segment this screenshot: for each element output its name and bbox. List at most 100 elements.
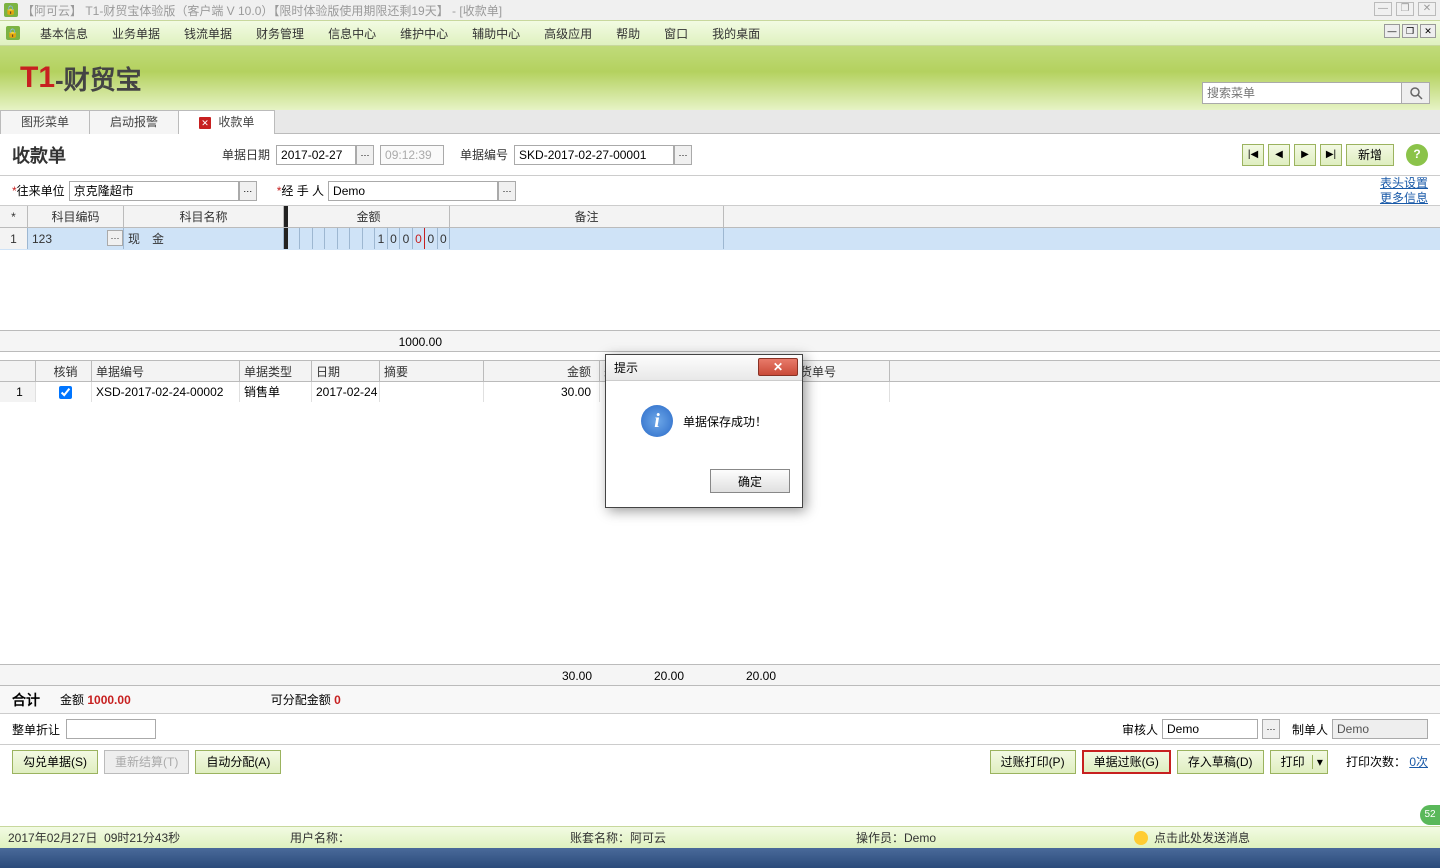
page-title: 收款单 bbox=[12, 142, 66, 168]
grid2-total-thissettle: 20.00 bbox=[692, 665, 784, 685]
new-button[interactable]: 新增 bbox=[1346, 144, 1394, 166]
child-restore[interactable]: ❐ bbox=[1402, 24, 1418, 38]
save-draft-button[interactable]: 存入草稿(D) bbox=[1177, 750, 1264, 774]
grid1-cell-amount[interactable]: 100000 bbox=[284, 228, 450, 249]
grid1-cell-note[interactable] bbox=[450, 228, 724, 249]
summary-row: 合计 金额 1000.00 可分配金额 0 bbox=[0, 686, 1440, 714]
grid2-total-row: 30.00 20.00 20.00 bbox=[0, 664, 1440, 686]
menu-window[interactable]: 窗口 bbox=[652, 25, 700, 42]
window-close[interactable]: ✕ bbox=[1418, 2, 1436, 16]
grid2-col-summary[interactable]: 摘要 bbox=[380, 361, 484, 381]
writeoff-checkbox[interactable] bbox=[59, 386, 72, 399]
post-print-button[interactable]: 过账打印(P) bbox=[990, 750, 1076, 774]
status-bar: 2017年02月27日 09时21分43秒 用户名称： 账套名称：阿可云 操作员… bbox=[0, 826, 1440, 848]
window-minimize[interactable]: — bbox=[1374, 2, 1392, 16]
banner: T1 -财贸宝 bbox=[0, 46, 1440, 110]
logo-t1: T1 bbox=[20, 61, 55, 95]
lock-icon: 🔒 bbox=[6, 26, 20, 40]
more-info-link[interactable]: 更多信息 bbox=[1380, 191, 1428, 206]
status-user-label: 用户名称： bbox=[290, 831, 350, 845]
reviewer-lookup-button[interactable]: ⋯ bbox=[1262, 719, 1280, 739]
summary-alloc-label: 可分配金额 bbox=[271, 691, 331, 708]
menu-advanced[interactable]: 高级应用 bbox=[532, 25, 604, 42]
party-row: *往来单位 ⋯ *经 手 人 ⋯ 表头设置 更多信息 bbox=[0, 176, 1440, 206]
grid2-cell-writeoff[interactable] bbox=[36, 382, 92, 402]
menu-finance[interactable]: 财务管理 bbox=[244, 25, 316, 42]
discount-input[interactable] bbox=[66, 719, 156, 739]
party-lookup-button[interactable]: ⋯ bbox=[239, 181, 257, 201]
grid2-col-date[interactable]: 日期 bbox=[312, 361, 380, 381]
chevron-down-icon: ▾ bbox=[1312, 755, 1323, 769]
nav-next-button[interactable]: ▶ bbox=[1294, 144, 1316, 166]
grid1-cell-name[interactable]: 现 金 bbox=[124, 228, 284, 249]
search-input[interactable] bbox=[1202, 82, 1402, 104]
menu-basic[interactable]: 基本信息 bbox=[28, 25, 100, 42]
reviewer-input[interactable] bbox=[1162, 719, 1258, 739]
time-input[interactable] bbox=[380, 145, 444, 165]
grid1-col-amount[interactable]: 金额 bbox=[284, 206, 450, 227]
window-restore[interactable]: ❐ bbox=[1396, 2, 1414, 16]
menu-assist[interactable]: 辅助中心 bbox=[460, 25, 532, 42]
grid2-total-unsettled: 20.00 bbox=[600, 665, 692, 685]
info-icon: i bbox=[641, 405, 673, 437]
print-button[interactable]: 打印 ▾ bbox=[1270, 750, 1328, 774]
print-count-link[interactable]: 0次 bbox=[1409, 755, 1428, 769]
os-taskbar bbox=[0, 848, 1440, 868]
nav-last-button[interactable]: ▶| bbox=[1320, 144, 1342, 166]
party-input[interactable] bbox=[69, 181, 239, 201]
tab-receipt[interactable]: ✕ 收款单 bbox=[178, 110, 275, 134]
grid1-row[interactable]: 1 123 ⋯ 现 金 100000 bbox=[0, 228, 1440, 250]
dialog-close-button[interactable]: ✕ bbox=[758, 358, 798, 376]
date-picker-button[interactable]: ⋯ bbox=[356, 145, 374, 165]
reviewer-label: 审核人 bbox=[1122, 721, 1158, 738]
pick-docs-button[interactable]: 勾兑单据(S) bbox=[12, 750, 98, 774]
auto-alloc-button[interactable]: 自动分配(A) bbox=[195, 750, 281, 774]
child-minimize[interactable]: — bbox=[1384, 24, 1400, 38]
grid2-col-amount[interactable]: 金额 bbox=[484, 361, 600, 381]
grid1-col-note[interactable]: 备注 bbox=[450, 206, 724, 227]
menu-info[interactable]: 信息中心 bbox=[316, 25, 388, 42]
logo-sub: -财贸宝 bbox=[55, 60, 142, 97]
help-icon[interactable]: ? bbox=[1406, 144, 1428, 166]
dialog-ok-button[interactable]: 确定 bbox=[710, 469, 790, 493]
header-settings-link[interactable]: 表头设置 bbox=[1380, 176, 1428, 191]
child-close[interactable]: ✕ bbox=[1420, 24, 1436, 38]
nav-prev-button[interactable]: ◀ bbox=[1268, 144, 1290, 166]
tab-close-icon[interactable]: ✕ bbox=[199, 117, 211, 129]
status-acct: 阿可云 bbox=[630, 831, 666, 845]
grid2-cell-summary bbox=[380, 382, 484, 402]
handler-label: 经 手 人 bbox=[281, 182, 324, 199]
status-msg[interactable]: 点击此处发送消息 bbox=[1154, 829, 1250, 846]
search-button[interactable] bbox=[1402, 82, 1430, 104]
menu-cash[interactable]: 钱流单据 bbox=[172, 25, 244, 42]
docno-input[interactable] bbox=[514, 145, 674, 165]
menu-maintain[interactable]: 维护中心 bbox=[388, 25, 460, 42]
grid1-total-row: 1000.00 bbox=[0, 330, 1440, 352]
window-title: 【阿可云】 T1-财贸宝体验版（客户端 V 10.0）【限时体验版使用期限还剩1… bbox=[22, 2, 502, 19]
grid1-col-code[interactable]: 科目编码 bbox=[28, 206, 124, 227]
grid2-cell-type: 销售单 bbox=[240, 382, 312, 402]
tab-alarm[interactable]: 启动报警 bbox=[89, 110, 179, 134]
grid2-col-docno[interactable]: 单据编号 bbox=[92, 361, 240, 381]
nav-first-button[interactable]: |◀ bbox=[1242, 144, 1264, 166]
docno-lookup-button[interactable]: ⋯ bbox=[674, 145, 692, 165]
date-label: 单据日期 bbox=[222, 146, 270, 163]
handler-lookup-button[interactable]: ⋯ bbox=[498, 181, 516, 201]
grid2-col-type[interactable]: 单据类型 bbox=[240, 361, 312, 381]
tab-graphic[interactable]: 图形菜单 bbox=[0, 110, 90, 134]
grid1-col-name[interactable]: 科目名称 bbox=[124, 206, 284, 227]
grid2-col-writeoff[interactable]: 核销 bbox=[36, 361, 92, 381]
date-input[interactable] bbox=[276, 145, 356, 165]
side-badge[interactable]: 52 bbox=[1420, 805, 1440, 825]
post-doc-button[interactable]: 单据过账(G) bbox=[1082, 750, 1171, 774]
maker-input bbox=[1332, 719, 1428, 739]
menu-help[interactable]: 帮助 bbox=[604, 25, 652, 42]
menu-biz[interactable]: 业务单据 bbox=[100, 25, 172, 42]
grid2-col-rownum bbox=[0, 361, 36, 381]
menu-desktop[interactable]: 我的桌面 bbox=[700, 25, 772, 42]
grid1-cell-code[interactable]: 123 ⋯ bbox=[28, 228, 124, 249]
handler-input[interactable] bbox=[328, 181, 498, 201]
discount-label: 整单折让 bbox=[12, 721, 60, 738]
grid2-cell-date: 2017-02-24 bbox=[312, 382, 380, 402]
code-lookup-button[interactable]: ⋯ bbox=[107, 230, 123, 246]
